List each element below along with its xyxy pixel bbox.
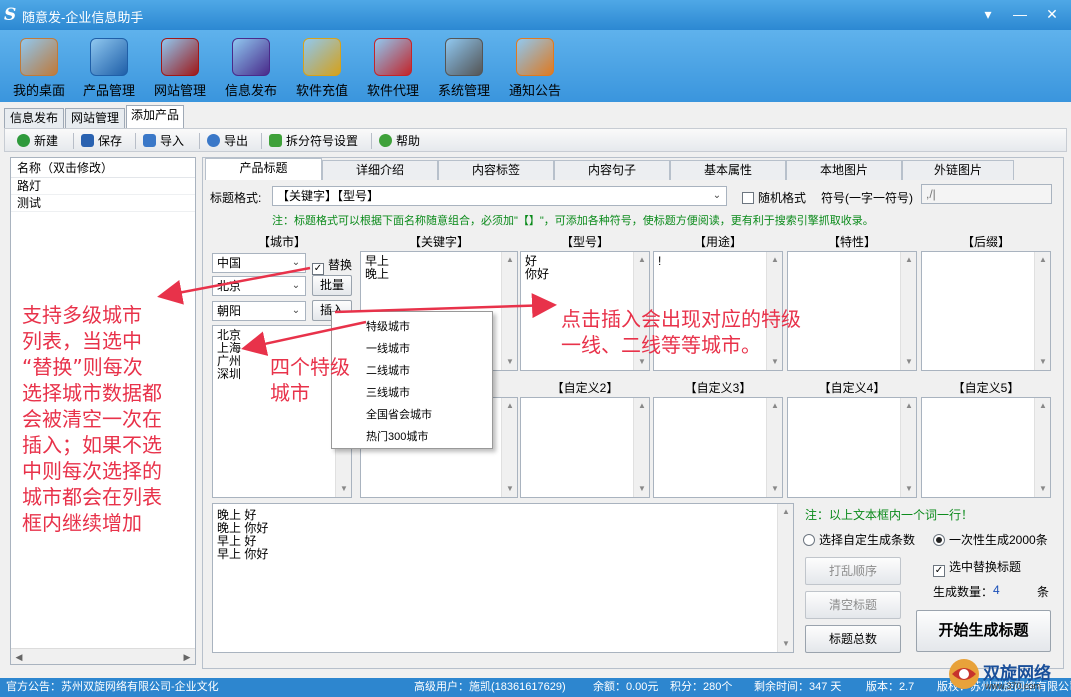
status-version: 版本：2.7 <box>866 681 915 693</box>
annotation-city-support: 支持多级城市 列表，当选中 “替换”则每次 选择城市数据都 会被清空一次在 插入… <box>22 303 162 535</box>
status-remaining: 剩余时间：347 天 <box>754 681 842 693</box>
annotation-insert-hint: 点击插入会出现对应的特级 一线、二线等等城市。 <box>561 307 801 357</box>
status-user: 高级用户：施凯(18361617629) <box>414 681 566 693</box>
brand-logo-icon <box>949 659 979 689</box>
status-notice: 官方公告：苏州双旋网络有限公司-企业文化 <box>6 681 219 693</box>
status-points: 积分：280个 <box>670 681 733 693</box>
watermark-url: www.370.com <box>985 681 1042 691</box>
watermark: 双旋网络 www.370.com <box>947 655 1067 695</box>
status-bar: 官方公告：苏州双旋网络有限公司-企业文化 高级用户：施凯(18361617629… <box>0 678 1071 697</box>
status-balance: 余额：0.00元 <box>593 681 659 693</box>
annotation-four-cities: 四个特级 城市 <box>270 355 350 405</box>
